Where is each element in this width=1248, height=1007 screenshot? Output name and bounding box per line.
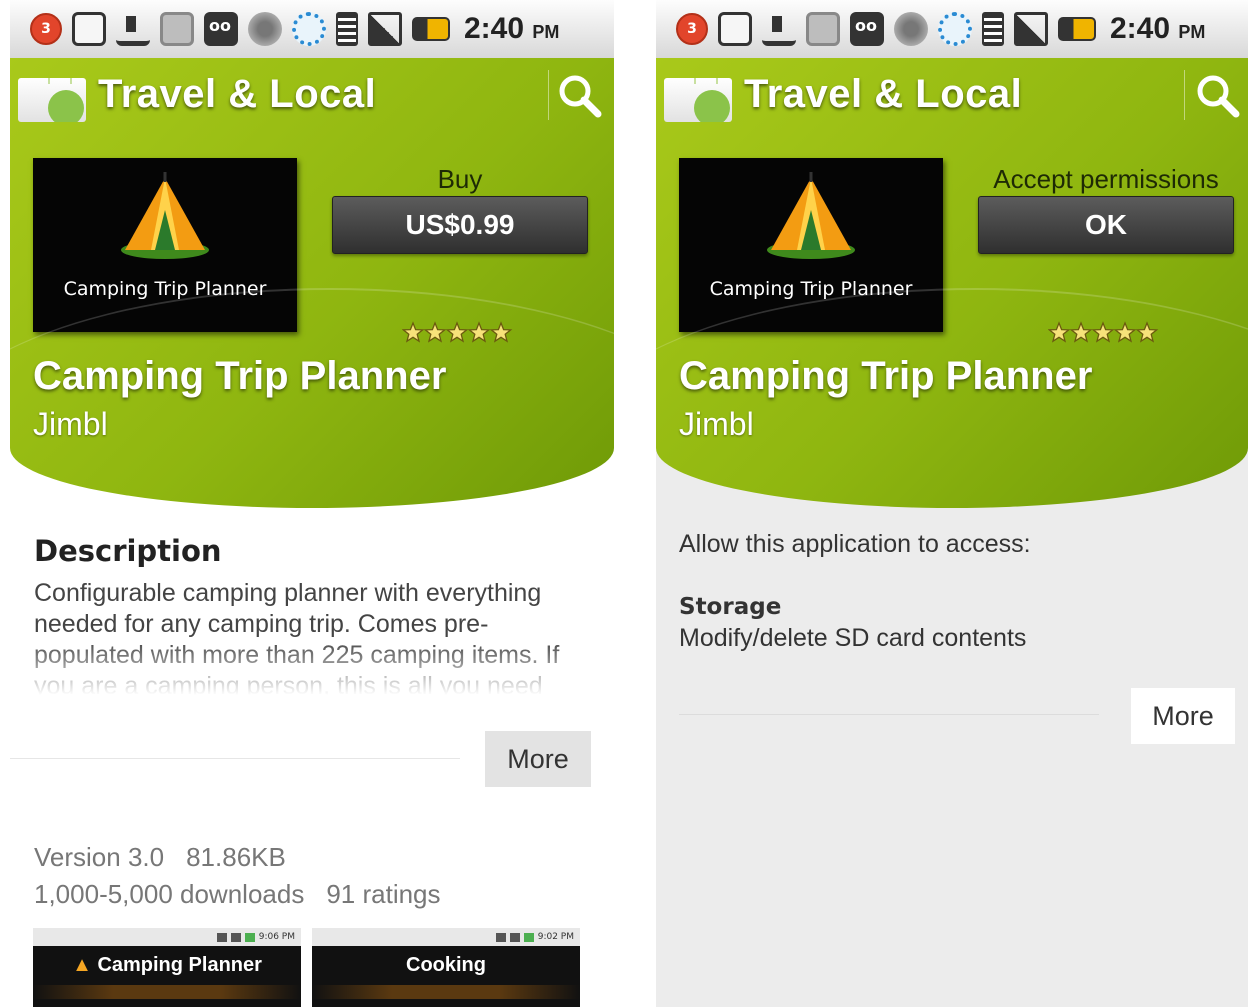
category-title: Travel & Local bbox=[98, 72, 377, 116]
wifi-icon bbox=[982, 12, 1004, 46]
app-name: Camping Trip Planner bbox=[679, 354, 1093, 398]
signal-icon bbox=[368, 12, 402, 46]
permissions-screen: 3 2:40 PM Travel & Local Camping Trip Pl… bbox=[656, 0, 1248, 1007]
permission-description: Modify/delete SD card contents bbox=[679, 624, 1027, 652]
divider bbox=[10, 758, 460, 759]
description-more-button[interactable]: More bbox=[485, 731, 591, 787]
sync-icon bbox=[292, 12, 326, 46]
status-bar: 3 2:40 PM bbox=[10, 0, 614, 58]
developer-name[interactable]: Jimbl bbox=[679, 406, 754, 443]
screenshot-thumbnail[interactable]: 9:02 PM Cooking bbox=[312, 928, 580, 1007]
download-icon bbox=[762, 12, 796, 46]
ratings-text[interactable]: 91 ratings bbox=[326, 879, 440, 909]
ok-button[interactable]: OK bbox=[978, 196, 1234, 254]
stats-info: 1,000-5,000 downloads 91 ratings bbox=[34, 879, 463, 910]
app-tile-label: Camping Trip Planner bbox=[709, 278, 913, 300]
record-icon bbox=[894, 12, 928, 46]
voicemail-icon bbox=[204, 12, 238, 46]
app-name: Camping Trip Planner bbox=[33, 354, 447, 398]
downloads-text: 1,000-5,000 downloads bbox=[34, 879, 305, 909]
app-header: Travel & Local Camping Trip Planner Buy … bbox=[10, 58, 614, 508]
rating-stars bbox=[1047, 321, 1160, 345]
app-icon-tile: Camping Trip Planner bbox=[33, 158, 297, 332]
sync-icon bbox=[938, 12, 972, 46]
permission-title: Storage bbox=[679, 594, 782, 620]
market-icon[interactable] bbox=[664, 78, 732, 122]
screenshot-thumbnail[interactable]: 9:06 PM ▲ Camping Planner bbox=[33, 928, 301, 1007]
category-title: Travel & Local bbox=[744, 72, 1023, 116]
notification-badge-icon[interactable]: 3 bbox=[30, 13, 62, 45]
version-text: Version 3.0 bbox=[34, 842, 165, 872]
divider bbox=[679, 714, 1099, 715]
photo-icon bbox=[806, 12, 840, 46]
size-text: 81.86KB bbox=[186, 842, 286, 872]
photo-icon bbox=[160, 12, 194, 46]
accept-permissions-label: Accept permissions bbox=[993, 164, 1219, 194]
search-icon[interactable] bbox=[1194, 72, 1242, 120]
voicemail-icon bbox=[850, 12, 884, 46]
app-icon-tile: Camping Trip Planner bbox=[679, 158, 943, 332]
wifi-icon bbox=[336, 12, 358, 46]
app-header: Travel & Local Camping Trip Planner Acce… bbox=[656, 58, 1248, 508]
battery-icon bbox=[412, 17, 450, 41]
clock: 2:40 PM bbox=[464, 12, 560, 45]
shopping-bag-icon bbox=[72, 12, 106, 46]
description-fade bbox=[34, 640, 604, 698]
rating-stars bbox=[401, 321, 514, 345]
signal-icon bbox=[1014, 12, 1048, 46]
app-tile-label: Camping Trip Planner bbox=[63, 278, 267, 300]
battery-icon bbox=[1058, 17, 1096, 41]
shopping-bag-icon bbox=[718, 12, 752, 46]
version-info: Version 3.0 81.86KB bbox=[34, 842, 308, 873]
search-icon[interactable] bbox=[556, 72, 604, 120]
description-heading: Description bbox=[34, 534, 222, 568]
permissions-more-button[interactable]: More bbox=[1131, 688, 1235, 744]
developer-name[interactable]: Jimbl bbox=[33, 406, 108, 443]
market-icon[interactable] bbox=[18, 78, 86, 122]
price-button[interactable]: US$0.99 bbox=[332, 196, 588, 254]
permissions-intro: Allow this application to access: bbox=[679, 530, 1031, 558]
buy-screen: 3 2:40 PM Travel & Local Camping Trip Pl… bbox=[10, 0, 614, 1007]
download-icon bbox=[116, 12, 150, 46]
tent-icon bbox=[767, 172, 855, 259]
buy-label: Buy bbox=[437, 164, 483, 194]
tent-icon bbox=[121, 172, 209, 259]
header-divider bbox=[1184, 70, 1185, 120]
header-divider bbox=[548, 70, 549, 120]
record-icon bbox=[248, 12, 282, 46]
notification-badge-icon[interactable]: 3 bbox=[676, 13, 708, 45]
clock: 2:40 PM bbox=[1110, 12, 1206, 45]
status-bar: 3 2:40 PM bbox=[656, 0, 1248, 58]
